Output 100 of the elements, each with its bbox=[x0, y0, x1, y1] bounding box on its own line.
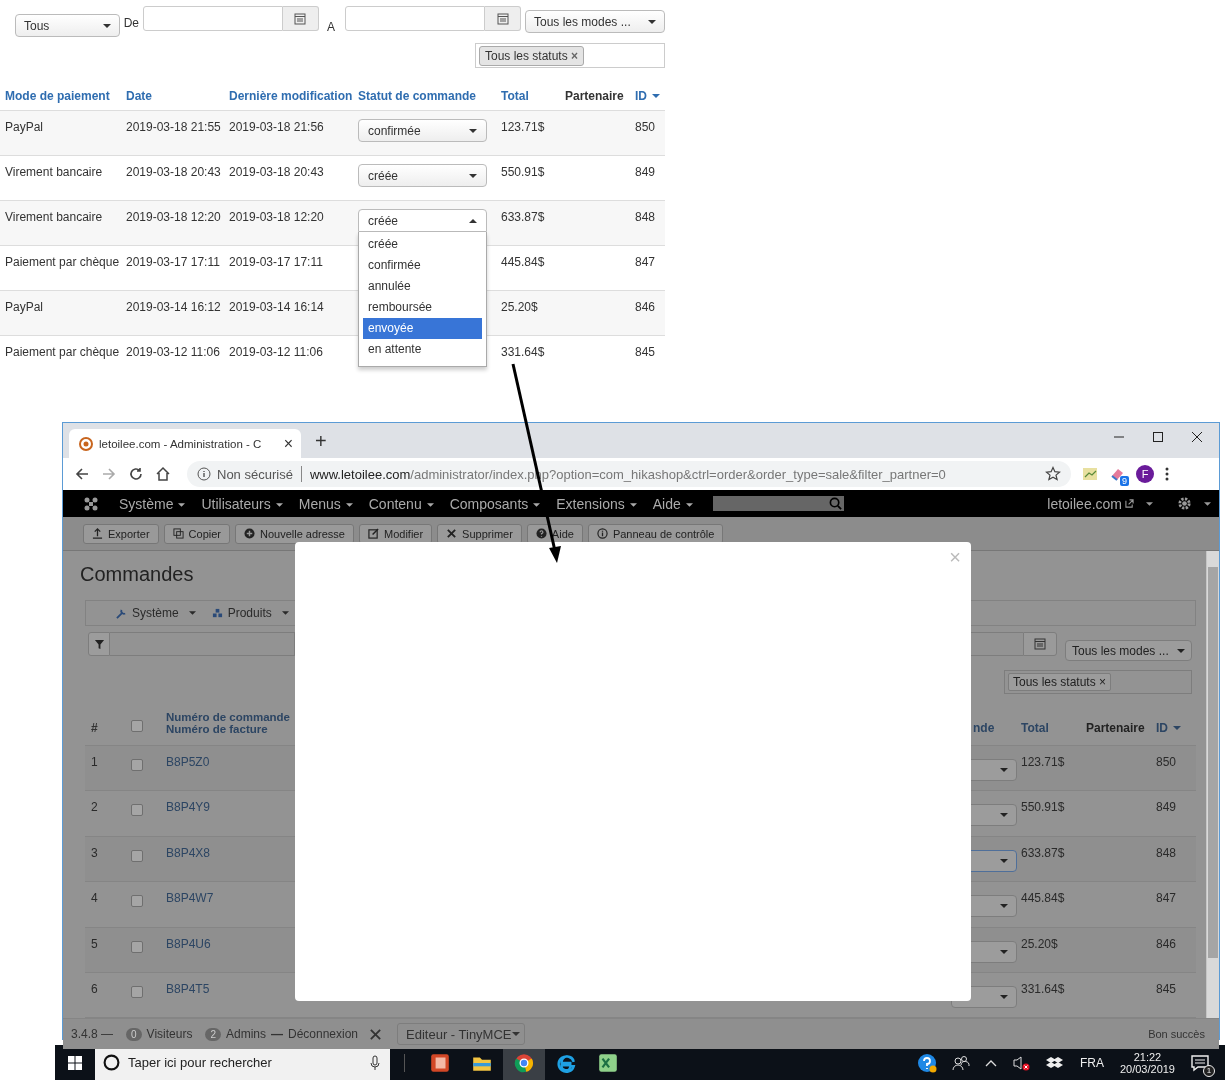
column-header[interactable]: Date bbox=[126, 89, 229, 103]
dropdown-option[interactable]: créée bbox=[363, 234, 482, 255]
caret-icon[interactable] bbox=[1146, 501, 1153, 506]
period-select[interactable]: Tous bbox=[15, 14, 120, 37]
status-select[interactable]: confirmée bbox=[358, 119, 487, 142]
dropdown-option[interactable]: en attente bbox=[363, 339, 482, 360]
toolbar-button[interactable]: Supprimer bbox=[437, 523, 522, 544]
status-select[interactable]: créée bbox=[358, 209, 487, 232]
tab-close-button[interactable]: × bbox=[283, 434, 293, 453]
column-header: Partenaire bbox=[565, 89, 625, 103]
column-header[interactable]: Mode de paiement bbox=[5, 89, 126, 103]
select-all-checkbox[interactable] bbox=[131, 720, 143, 732]
site-link[interactable]: letoilee.com bbox=[1047, 495, 1122, 512]
column-header[interactable]: Statut de commande bbox=[358, 89, 501, 103]
column-header[interactable]: Dernière modification bbox=[229, 89, 358, 103]
menu-item[interactable]: Menus bbox=[298, 495, 353, 512]
caret-icon bbox=[648, 19, 656, 24]
row-checkbox[interactable] bbox=[131, 759, 143, 771]
windows-logo-icon[interactable] bbox=[67, 1054, 83, 1071]
column-header[interactable]: Total bbox=[1021, 721, 1086, 735]
star-icon[interactable] bbox=[1045, 466, 1061, 482]
search-field[interactable] bbox=[712, 496, 844, 511]
menu-icon[interactable] bbox=[1165, 466, 1169, 482]
caret-icon[interactable] bbox=[1204, 501, 1211, 506]
from-date-field[interactable] bbox=[143, 6, 283, 31]
logo-icon[interactable] bbox=[83, 495, 99, 512]
scrollbar[interactable] bbox=[1206, 551, 1219, 1019]
new-tab-button[interactable]: + bbox=[315, 430, 327, 453]
toolbar-button[interactable]: Exporter bbox=[83, 523, 159, 544]
sort-caret-icon bbox=[652, 94, 660, 98]
settings-icon[interactable] bbox=[1177, 496, 1192, 511]
close-icon[interactable] bbox=[1191, 431, 1203, 443]
dropdown-option[interactable]: confirmée bbox=[363, 255, 482, 276]
status-select[interactable]: créée bbox=[358, 164, 487, 187]
clock-time: 21:22 bbox=[1133, 1050, 1162, 1063]
spreadsheet-app-icon[interactable] bbox=[597, 1051, 619, 1074]
presentation-app-icon[interactable] bbox=[429, 1051, 451, 1074]
caret-icon bbox=[1000, 904, 1008, 909]
search-icon bbox=[828, 497, 842, 510]
submenu-item[interactable]: Produits bbox=[211, 606, 289, 620]
toolbar-button[interactable]: Copier bbox=[163, 523, 230, 544]
caret-icon bbox=[685, 502, 693, 507]
menu-item[interactable]: Composants bbox=[449, 495, 541, 512]
modified-cell-text: 2019-03-18 21:56 bbox=[229, 120, 325, 136]
help-icon[interactable] bbox=[916, 1052, 937, 1073]
chevron-up-icon[interactable] bbox=[984, 1058, 997, 1067]
eraser-extension-icon[interactable] bbox=[1109, 466, 1125, 482]
home-icon[interactable] bbox=[155, 466, 171, 482]
notification-icon[interactable] bbox=[1190, 1052, 1210, 1073]
dropdown-option[interactable]: remboursée bbox=[363, 297, 482, 318]
editor-select[interactable]: Editeur - TinyMCE bbox=[397, 1023, 526, 1046]
caret-icon bbox=[281, 611, 289, 615]
remove-tag-button[interactable]: × bbox=[571, 49, 579, 63]
status-filter-field[interactable]: Tous les statuts × bbox=[1004, 670, 1192, 694]
payment-cell-text: PayPal bbox=[5, 300, 45, 316]
dropdown-option[interactable]: annulée bbox=[363, 276, 482, 297]
total-cell-text: 445.84$ bbox=[1021, 891, 1066, 906]
status-filter-field[interactable]: Tous les statuts × bbox=[475, 43, 665, 68]
toolbar-button[interactable]: Modifier bbox=[359, 523, 433, 544]
browser-app-icon[interactable] bbox=[513, 1051, 535, 1074]
maximize-icon[interactable] bbox=[1152, 431, 1164, 443]
caret-icon bbox=[1000, 949, 1008, 954]
caret-icon bbox=[469, 128, 477, 133]
column-header[interactable]: Total bbox=[501, 89, 565, 103]
toolbar-button[interactable]: Aide bbox=[526, 523, 583, 544]
to-date-field[interactable] bbox=[345, 6, 485, 31]
search-field[interactable] bbox=[110, 632, 295, 656]
browser-tab[interactable]: letoilee.com - Administration - C × bbox=[69, 429, 301, 458]
toolbar-button[interactable]: Panneau de contrôle bbox=[587, 523, 724, 544]
row-checkbox[interactable] bbox=[131, 849, 143, 862]
menu-item[interactable]: Système bbox=[119, 495, 186, 512]
submenu-item[interactable]: Système bbox=[116, 606, 196, 620]
total-cell-text: 331.64$ bbox=[501, 345, 546, 361]
caret-icon bbox=[345, 502, 353, 507]
row-checkbox[interactable] bbox=[131, 804, 143, 817]
logout-link[interactable]: Déconnexion bbox=[287, 1027, 359, 1042]
remove-tag-button[interactable]: × bbox=[1099, 675, 1107, 689]
row-checkbox[interactable] bbox=[131, 895, 143, 908]
menu-item[interactable]: Extensions bbox=[556, 495, 637, 512]
menu-item[interactable]: Contenu bbox=[368, 495, 434, 512]
payment-mode-select[interactable]: Tous les modes ... bbox=[525, 10, 665, 33]
copy-icon bbox=[172, 528, 184, 539]
filter-button[interactable] bbox=[88, 632, 110, 656]
profile-avatar[interactable]: F bbox=[1136, 465, 1154, 483]
caret-icon bbox=[511, 1032, 520, 1037]
row-checkbox[interactable] bbox=[131, 985, 143, 998]
chart-extension-icon[interactable] bbox=[1082, 466, 1098, 482]
reload-icon[interactable] bbox=[128, 466, 144, 482]
language-indicator[interactable]: FRA bbox=[1079, 1055, 1104, 1070]
payment-mode-select[interactable]: Tous les modes ... bbox=[1065, 640, 1192, 661]
toolbar-button[interactable]: Nouvelle adresse bbox=[235, 523, 354, 544]
menu-item[interactable]: Utilisateurs bbox=[201, 495, 283, 512]
menu-item[interactable]: Aide bbox=[652, 495, 693, 512]
row-checkbox[interactable] bbox=[131, 940, 143, 953]
column-header[interactable]: ID bbox=[635, 89, 665, 103]
dropdown-option[interactable]: envoyée bbox=[363, 318, 482, 339]
to-label: A bbox=[327, 20, 335, 34]
back-icon[interactable] bbox=[74, 466, 90, 482]
column-header[interactable]: ID bbox=[1156, 721, 1196, 735]
microphone-icon[interactable] bbox=[370, 1054, 380, 1071]
